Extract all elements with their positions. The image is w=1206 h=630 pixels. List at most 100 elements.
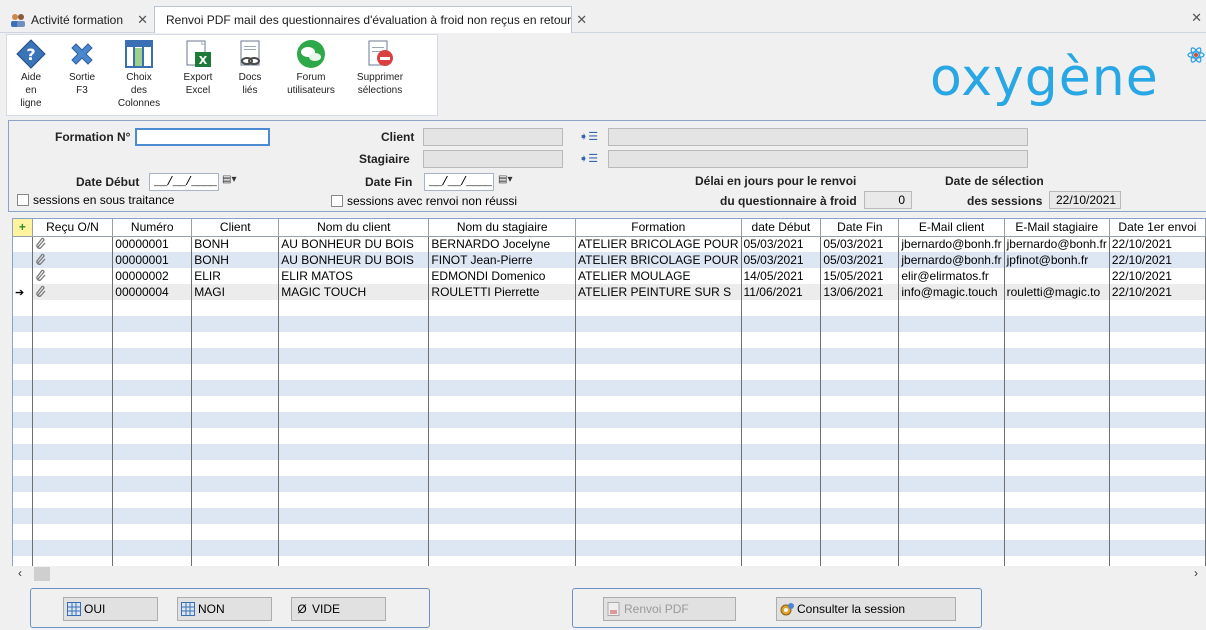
table-cell[interactable] [428, 348, 577, 364]
column-header[interactable]: E-Mail stagiaire [1004, 219, 1110, 237]
table-cell[interactable] [575, 300, 742, 316]
table-cell[interactable] [1004, 508, 1110, 524]
row-indicator[interactable] [13, 444, 33, 460]
table-cell[interactable] [741, 380, 822, 396]
table-cell[interactable] [898, 348, 1005, 364]
column-header[interactable]: E-Mail client [898, 219, 1005, 237]
table-row[interactable] [13, 300, 1206, 316]
horizontal-scrollbar[interactable]: ‹ › [12, 566, 1206, 583]
table-row[interactable] [13, 412, 1206, 428]
table-row[interactable] [13, 380, 1206, 396]
table-cell[interactable] [32, 444, 114, 460]
column-header[interactable]: Numéro [112, 219, 193, 237]
column-header[interactable]: date Début [741, 219, 822, 237]
table-cell[interactable] [32, 428, 114, 444]
table-cell[interactable] [112, 300, 193, 316]
table-cell[interactable] [898, 508, 1005, 524]
row-indicator[interactable] [13, 524, 33, 540]
table-cell[interactable]: 13/06/2021 [820, 284, 900, 300]
table-cell[interactable] [741, 300, 822, 316]
table-cell[interactable] [741, 332, 822, 348]
table-cell[interactable] [278, 348, 430, 364]
help-button[interactable]: ? Aide en ligne [13, 39, 49, 110]
table-cell[interactable] [820, 348, 900, 364]
table-cell[interactable] [1004, 316, 1110, 332]
table-cell[interactable] [428, 316, 577, 332]
table-cell[interactable]: 00000004 [112, 284, 193, 300]
table-cell[interactable] [1109, 540, 1206, 556]
table-cell[interactable] [112, 364, 193, 380]
table-cell[interactable] [575, 316, 742, 332]
table-cell[interactable] [428, 524, 577, 540]
selection-date-input[interactable]: 22/10/2021 [1049, 191, 1121, 209]
table-cell[interactable] [741, 524, 822, 540]
table-cell[interactable] [741, 348, 822, 364]
formation-number-input[interactable] [135, 128, 270, 146]
table-cell[interactable]: ROULETTI Pierrette [428, 284, 577, 300]
table-cell[interactable] [741, 540, 822, 556]
table-cell[interactable] [1004, 380, 1110, 396]
table-cell[interactable] [575, 540, 742, 556]
table-cell[interactable]: 00000001 [112, 252, 193, 268]
row-indicator[interactable] [13, 492, 33, 508]
table-cell[interactable] [428, 300, 577, 316]
table-cell[interactable] [191, 364, 280, 380]
table-cell[interactable] [278, 476, 430, 492]
table-cell[interactable] [428, 444, 577, 460]
table-row[interactable]: ➔ 00000004 MAGI MAGIC TOUCH ROULETTI Pierret… [13, 284, 1206, 300]
table-cell[interactable] [898, 460, 1005, 476]
table-cell[interactable] [898, 396, 1005, 412]
table-cell[interactable] [575, 524, 742, 540]
table-cell[interactable] [820, 412, 900, 428]
table-cell[interactable] [278, 428, 430, 444]
table-cell[interactable] [278, 492, 430, 508]
table-cell[interactable] [32, 460, 114, 476]
table-cell[interactable] [191, 476, 280, 492]
table-cell[interactable] [1109, 332, 1206, 348]
table-cell[interactable] [428, 428, 577, 444]
table-cell[interactable] [191, 412, 280, 428]
table-cell[interactable] [191, 492, 280, 508]
table-row[interactable]: 00000001 BONH AU BONHEUR DU BOIS BERNARDO J… [13, 236, 1206, 252]
row-indicator[interactable] [13, 396, 33, 412]
table-cell[interactable] [278, 540, 430, 556]
table-cell[interactable]: ATELIER BRICOLAGE POUR [575, 252, 742, 268]
table-cell[interactable]: 14/05/2021 [741, 268, 822, 284]
table-cell[interactable] [741, 492, 822, 508]
table-cell[interactable] [32, 492, 114, 508]
stagiaire-code-input[interactable] [423, 150, 563, 168]
table-cell[interactable]: 22/10/2021 [1109, 268, 1206, 284]
table-cell[interactable] [428, 540, 577, 556]
table-cell[interactable] [575, 364, 742, 380]
table-cell[interactable]: FINOT Jean-Pierre [428, 252, 577, 268]
table-cell[interactable] [191, 348, 280, 364]
export-excel-button[interactable]: X Export Excel [177, 39, 219, 97]
table-cell[interactable] [278, 380, 430, 396]
table-cell[interactable] [820, 396, 900, 412]
table-cell[interactable] [191, 332, 280, 348]
table-cell[interactable] [191, 380, 280, 396]
table-cell[interactable] [112, 492, 193, 508]
table-cell[interactable] [898, 428, 1005, 444]
table-cell[interactable] [820, 316, 900, 332]
attachment-icon[interactable] [32, 268, 114, 284]
table-cell[interactable] [1004, 300, 1110, 316]
row-indicator[interactable] [13, 332, 33, 348]
table-cell[interactable]: BONH [191, 236, 280, 252]
scroll-thumb[interactable] [34, 567, 50, 581]
table-cell[interactable] [741, 460, 822, 476]
table-cell[interactable] [1109, 348, 1206, 364]
table-row[interactable]: 00000002 ELIR ELIR MATOS EDMONDI Domenico AT… [13, 268, 1206, 284]
table-cell[interactable]: jbernardo@bonh.fr [898, 236, 1005, 252]
table-cell[interactable] [112, 428, 193, 444]
table-cell[interactable] [820, 508, 900, 524]
table-cell[interactable] [191, 460, 280, 476]
table-cell[interactable] [278, 524, 430, 540]
table-cell[interactable] [575, 396, 742, 412]
oui-button[interactable]: OUI [63, 597, 158, 621]
row-indicator[interactable] [13, 380, 33, 396]
lookup-icon[interactable]: ➧☰ [579, 130, 599, 144]
table-cell[interactable] [1004, 444, 1110, 460]
table-cell[interactable] [428, 412, 577, 428]
table-cell[interactable] [1004, 428, 1110, 444]
